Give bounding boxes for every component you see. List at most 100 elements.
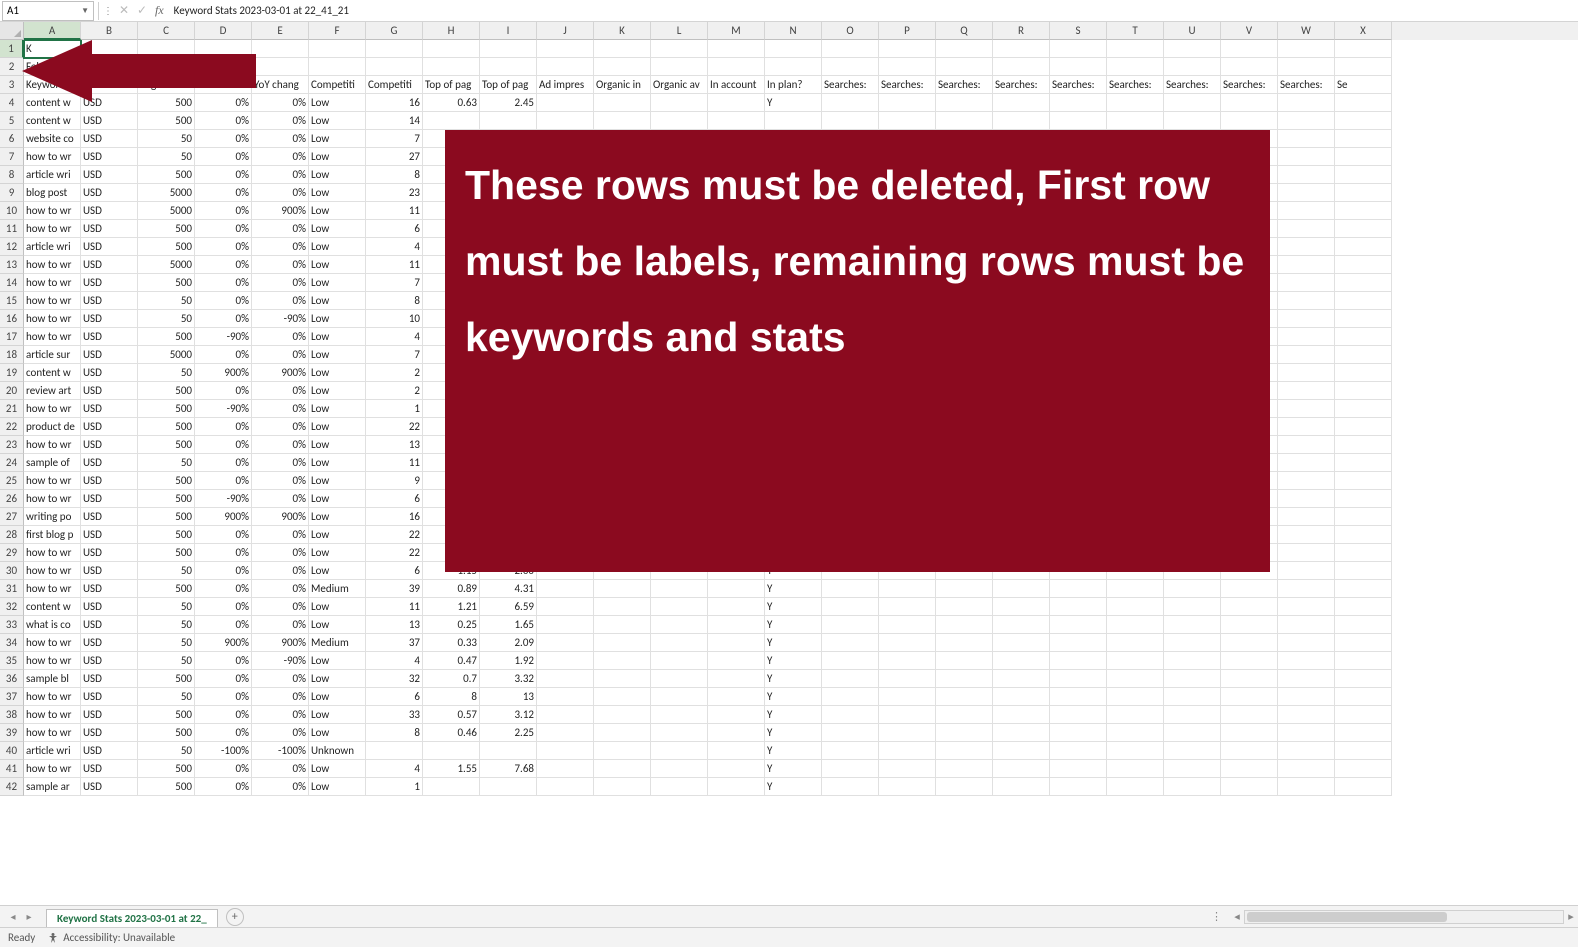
cell[interactable] [708,292,765,310]
cell[interactable] [1164,40,1221,58]
cell[interactable] [1221,94,1278,112]
cell[interactable]: 0% [252,148,309,166]
cell[interactable] [765,256,822,274]
cell[interactable] [765,166,822,184]
cell[interactable]: 500 [138,220,195,238]
cell[interactable] [594,274,651,292]
cell[interactable] [651,40,708,58]
cell[interactable] [936,166,993,184]
cell[interactable] [936,724,993,742]
cell[interactable]: 500 [138,526,195,544]
cell[interactable] [879,436,936,454]
cell[interactable] [1221,598,1278,616]
cell[interactable] [936,292,993,310]
cell[interactable]: 0% [252,274,309,292]
cell[interactable]: how to wr [24,580,81,598]
cell[interactable] [822,328,879,346]
cell[interactable]: Low [309,454,366,472]
cell[interactable] [765,526,822,544]
cell[interactable]: Low [309,778,366,796]
cell[interactable] [423,400,480,418]
cell[interactable] [936,670,993,688]
cell[interactable] [1164,616,1221,634]
cell[interactable] [1164,508,1221,526]
cell[interactable] [537,724,594,742]
row-header[interactable]: 2 [0,58,24,76]
cell[interactable] [1050,490,1107,508]
cell[interactable] [1107,742,1164,760]
cell[interactable] [594,400,651,418]
cell[interactable]: Y [765,598,822,616]
cell[interactable] [537,184,594,202]
cell[interactable] [480,148,537,166]
cell[interactable] [1221,544,1278,562]
cell[interactable]: 2.45 [480,94,537,112]
cell[interactable] [594,724,651,742]
cell[interactable] [1107,310,1164,328]
cell[interactable] [651,508,708,526]
cell[interactable] [594,616,651,634]
cell[interactable]: 0% [252,94,309,112]
cell[interactable] [936,202,993,220]
cell[interactable] [936,562,993,580]
cell[interactable] [423,778,480,796]
column-header-F[interactable]: F [309,22,366,40]
cell[interactable] [1335,94,1392,112]
cell[interactable]: Y [765,634,822,652]
cell[interactable]: 16 [366,508,423,526]
cell[interactable] [1107,652,1164,670]
cell[interactable]: USD [81,580,138,598]
cell[interactable]: USD [81,508,138,526]
cell[interactable] [252,40,309,58]
cell[interactable]: YoY chang [252,76,309,94]
cell[interactable] [480,112,537,130]
cell[interactable] [1164,472,1221,490]
row-header[interactable]: 40 [0,742,24,760]
cell[interactable]: 0% [195,112,252,130]
cell[interactable] [594,346,651,364]
cell[interactable] [936,760,993,778]
cell[interactable] [537,418,594,436]
cell[interactable]: 10 [366,310,423,328]
column-header-L[interactable]: L [651,22,708,40]
cell[interactable]: 500 [138,436,195,454]
cell[interactable]: first blog p [24,526,81,544]
cell[interactable] [822,112,879,130]
cell[interactable] [651,220,708,238]
cell[interactable] [480,256,537,274]
cell[interactable] [1050,616,1107,634]
cell[interactable]: 900% [195,364,252,382]
cell[interactable] [708,652,765,670]
cell[interactable] [1221,310,1278,328]
cell[interactable]: 4 [366,238,423,256]
cell[interactable] [822,94,879,112]
cell[interactable] [1335,166,1392,184]
cell[interactable] [537,130,594,148]
cell[interactable]: 0% [195,454,252,472]
cell[interactable] [1335,130,1392,148]
cell[interactable]: Low [309,346,366,364]
cell[interactable]: 0% [195,652,252,670]
cell[interactable] [1164,382,1221,400]
cell[interactable]: how to wr [24,436,81,454]
cell[interactable]: Y [765,742,822,760]
cell-A1[interactable]: K [24,40,81,58]
cell[interactable] [1050,508,1107,526]
cell[interactable] [1221,202,1278,220]
cell[interactable] [480,382,537,400]
cell[interactable] [1107,328,1164,346]
cell[interactable]: 0.25 [423,616,480,634]
cell[interactable] [423,40,480,58]
cell[interactable] [993,724,1050,742]
cell[interactable] [651,598,708,616]
cell[interactable] [651,184,708,202]
cell[interactable] [423,346,480,364]
cell[interactable]: Searches: [879,76,936,94]
cell[interactable] [1164,400,1221,418]
cell[interactable] [1050,454,1107,472]
cell[interactable] [822,148,879,166]
cell[interactable] [1107,346,1164,364]
cell[interactable] [1221,256,1278,274]
cell[interactable]: Searches: [1164,76,1221,94]
cell[interactable] [822,760,879,778]
